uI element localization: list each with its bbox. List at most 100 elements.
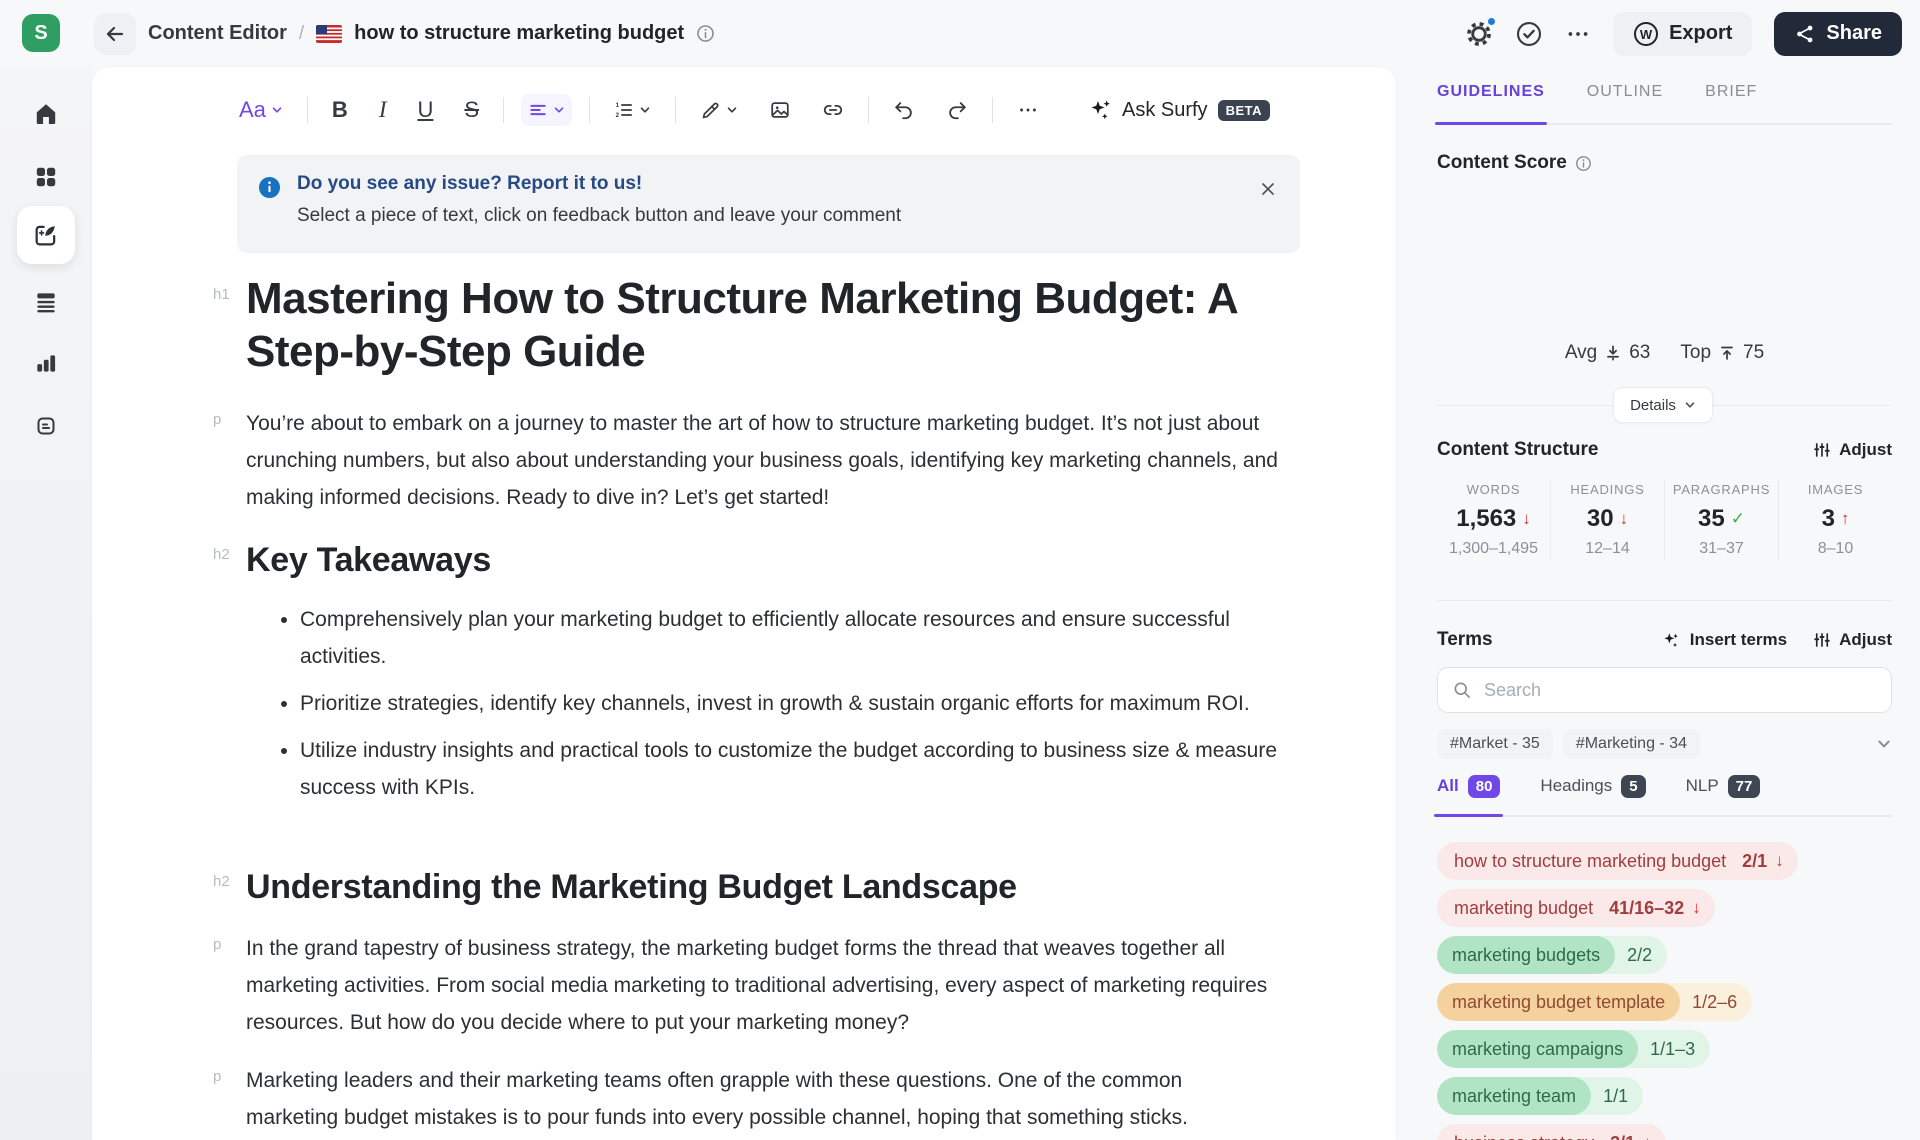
- doc-heading-takeaways[interactable]: h2 Key Takeaways: [246, 540, 1280, 580]
- font-style-menu[interactable]: Aa: [232, 93, 290, 127]
- bullet-list[interactable]: Comprehensively plan your marketing budg…: [246, 601, 1280, 806]
- topic-chip[interactable]: #Market - 35: [1437, 729, 1553, 759]
- toolbar-divider: [307, 97, 308, 123]
- paragraph-text[interactable]: In the grand tapestry of business strate…: [246, 930, 1280, 1041]
- left-sidebar: [0, 67, 92, 1140]
- bold-glyph: B: [332, 99, 348, 121]
- filter-tab-count: 5: [1621, 775, 1645, 798]
- term-pill[interactable]: how to structure marketing budget2/1↓: [1437, 842, 1798, 880]
- term-pill[interactable]: marketing budget template1/2–6: [1437, 983, 1752, 1021]
- strikethrough-button[interactable]: S: [457, 93, 486, 127]
- bullet-item[interactable]: Prioritize strategies, identify key chan…: [300, 685, 1280, 722]
- tab-brief[interactable]: BRIEF: [1705, 83, 1757, 123]
- document-title[interactable]: how to structure marketing budget: [354, 22, 684, 45]
- arrow-left-icon: [103, 22, 127, 46]
- stat-label: IMAGES: [1783, 482, 1888, 497]
- term-pill[interactable]: business strategy3/1↓: [1437, 1124, 1666, 1140]
- filter-tab-nlp[interactable]: NLP 77: [1686, 773, 1761, 815]
- banner-title: Do you see any issue? Report it to us!: [297, 173, 642, 195]
- term-pill[interactable]: marketing campaigns1/1–3: [1437, 1030, 1710, 1068]
- terms-list: how to structure marketing budget2/1↓ mar…: [1437, 842, 1907, 1140]
- info-icon[interactable]: [1575, 155, 1592, 172]
- highlight-pen-menu[interactable]: [693, 94, 745, 127]
- grid-icon: [33, 164, 59, 190]
- bullet-item[interactable]: Utilize industry insights and practical …: [300, 732, 1280, 806]
- underline-button[interactable]: U: [410, 93, 440, 127]
- term-pill[interactable]: marketing budgets2/2: [1437, 936, 1667, 974]
- terms-adjust-button[interactable]: Adjust: [1813, 630, 1892, 650]
- undo-button[interactable]: [886, 93, 922, 127]
- app-logo[interactable]: S: [22, 14, 60, 52]
- home-icon: [33, 101, 59, 127]
- sidebar-item-audit[interactable]: [17, 273, 75, 331]
- align-menu[interactable]: [521, 94, 572, 126]
- breadcrumb-section[interactable]: Content Editor: [148, 22, 287, 45]
- toolbar-divider: [589, 97, 590, 123]
- italic-button[interactable]: I: [372, 93, 394, 127]
- tab-guidelines[interactable]: GUIDELINES: [1437, 83, 1545, 123]
- arrow-down-to-line-icon: [1605, 345, 1621, 361]
- ask-surfy-button[interactable]: Ask Surfy BETA: [1088, 98, 1270, 122]
- structure-adjust-button[interactable]: Adjust: [1813, 440, 1892, 460]
- sidebar-item-notes[interactable]: [17, 397, 75, 455]
- chevron-down-icon: [553, 104, 565, 116]
- sidebar-item-home[interactable]: [17, 85, 75, 143]
- score-details-button[interactable]: Details: [1613, 387, 1713, 423]
- share-button[interactable]: Share: [1774, 12, 1902, 56]
- more-options-icon[interactable]: [1565, 21, 1591, 47]
- term-text: marketing team: [1437, 1077, 1591, 1115]
- toolbar-divider: [675, 97, 676, 123]
- paragraph-text[interactable]: Marketing leaders and their marketing te…: [246, 1062, 1280, 1136]
- check-circle-icon[interactable]: [1515, 20, 1543, 48]
- info-icon[interactable]: [696, 24, 715, 43]
- chevron-down-icon: [639, 104, 651, 116]
- insert-terms-button[interactable]: Insert terms: [1661, 630, 1787, 650]
- insert-link-button[interactable]: [815, 93, 851, 127]
- filter-tab-all[interactable]: All 80: [1437, 773, 1500, 815]
- doc-title-text[interactable]: Mastering How to Structure Marketing Bud…: [246, 272, 1280, 378]
- sidebar-item-content-editor[interactable]: [17, 206, 75, 264]
- term-pill[interactable]: marketing team1/1: [1437, 1077, 1643, 1115]
- heading-text[interactable]: Understanding the Marketing Budget Lands…: [246, 867, 1280, 907]
- redo-icon: [946, 99, 968, 121]
- stat-headings: HEADINGS 30↓ 12–14: [1550, 480, 1664, 560]
- tab-outline[interactable]: OUTLINE: [1587, 83, 1663, 123]
- doc-paragraph-landscape-2[interactable]: p Marketing leaders and their marketing …: [246, 1062, 1280, 1136]
- filter-tab-count: 80: [1468, 775, 1501, 798]
- score-benchmarks: Avg 63 Top 75: [1437, 342, 1892, 364]
- filter-tab-label: Headings: [1540, 776, 1612, 796]
- doc-paragraph-landscape-1[interactable]: p In the grand tapestry of business stra…: [246, 930, 1280, 1041]
- term-count: 1/2–6: [1680, 983, 1752, 1021]
- sidebar-item-analytics[interactable]: [17, 334, 75, 392]
- toolbar-more-button[interactable]: [1010, 93, 1046, 127]
- bullet-item[interactable]: Comprehensively plan your marketing budg…: [300, 601, 1280, 675]
- list-menu[interactable]: 12: [607, 94, 658, 126]
- sidebar-item-dashboard[interactable]: [17, 148, 75, 206]
- export-button[interactable]: W Export: [1613, 12, 1752, 56]
- doc-paragraph-intro[interactable]: p You’re about to embark on a journey to…: [246, 405, 1280, 516]
- block-type-label: p: [213, 411, 221, 428]
- block-type-label: h2: [213, 873, 230, 890]
- close-icon[interactable]: [1258, 179, 1278, 199]
- back-button[interactable]: [94, 13, 136, 55]
- search-input[interactable]: [1482, 679, 1877, 702]
- doc-bullet-list[interactable]: Comprehensively plan your marketing budg…: [246, 601, 1280, 816]
- ellipsis-icon: [1017, 99, 1039, 121]
- doc-heading-landscape[interactable]: h2 Understanding the Marketing Budget La…: [246, 867, 1280, 907]
- filter-tab-label: NLP: [1686, 776, 1719, 796]
- settings-gear-icon[interactable]: [1465, 20, 1493, 48]
- bold-button[interactable]: B: [325, 93, 355, 127]
- block-type-label: h1: [213, 286, 230, 303]
- heading-text[interactable]: Key Takeaways: [246, 540, 1280, 580]
- doc-heading-1[interactable]: h1 Mastering How to Structure Marketing …: [246, 272, 1280, 378]
- topic-chip[interactable]: #Marketing - 34: [1563, 729, 1700, 759]
- paragraph-text[interactable]: You’re about to embark on a journey to m…: [246, 405, 1280, 516]
- panel-tabs: GUIDELINES OUTLINE BRIEF: [1437, 83, 1892, 125]
- filter-tab-headings[interactable]: Headings 5: [1540, 773, 1645, 815]
- insert-image-button[interactable]: [762, 93, 798, 127]
- term-pill[interactable]: marketing budget41/16–32↓: [1437, 889, 1715, 927]
- redo-button[interactable]: [939, 93, 975, 127]
- info-filled-icon: [258, 176, 281, 199]
- chevron-down-icon[interactable]: [1876, 736, 1892, 752]
- pen-icon: [700, 100, 721, 121]
